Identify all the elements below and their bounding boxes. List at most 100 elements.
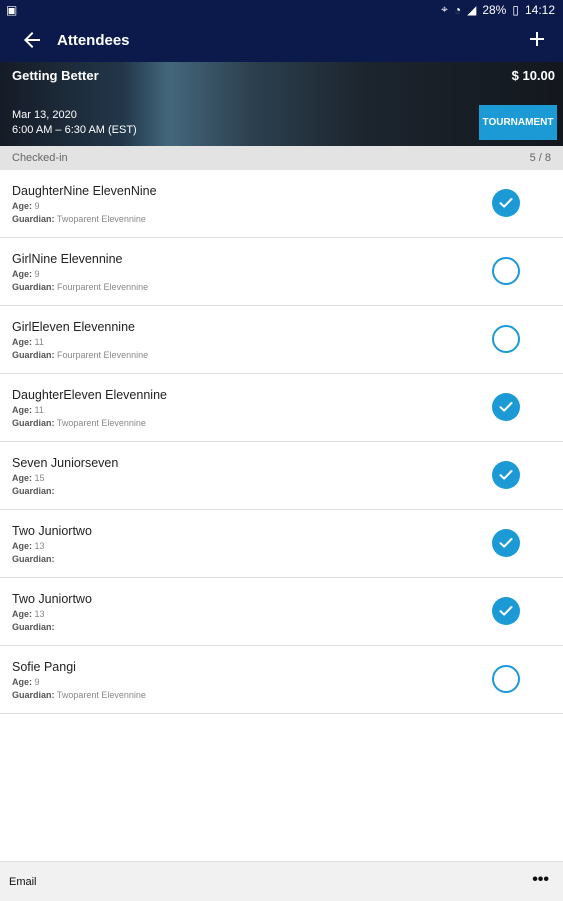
checkmark-icon — [499, 402, 513, 412]
attendee-age: Age: 15 — [12, 473, 45, 483]
attendee-age: Age: 11 — [12, 337, 44, 347]
checked-in-count: 5 / 8 — [529, 152, 551, 164]
age-value: 13 — [34, 609, 45, 619]
status-icons: ⌖ ◔ ◢ 28% ▯ 14:12 — [441, 2, 555, 17]
age-label: Age: — [12, 337, 32, 347]
attendee-guardian: Guardian: Twoparent Elevennine — [12, 690, 146, 700]
attendee-guardian: Guardian: — [12, 554, 55, 564]
event-price: $ 10.00 — [511, 68, 555, 83]
checkmark-icon — [499, 538, 513, 548]
plus-icon — [530, 32, 544, 46]
check-in-toggle[interactable] — [492, 257, 520, 285]
guardian-label: Guardian: — [12, 622, 55, 632]
attendee-age: Age: 11 — [12, 405, 44, 415]
attendee-guardian: Guardian: — [12, 486, 55, 496]
age-value: 9 — [34, 201, 40, 211]
checkmark-icon — [499, 198, 513, 208]
event-time: 6:00 AM – 6:30 AM (EST) — [12, 124, 137, 136]
age-value: 9 — [34, 269, 40, 279]
signal-icon: ◢ — [467, 2, 477, 17]
age-label: Age: — [12, 201, 32, 211]
age-label: Age: — [12, 677, 32, 687]
age-value: 11 — [34, 405, 44, 415]
guardian-label: Guardian: — [12, 350, 55, 360]
guardian-label: Guardian: — [12, 486, 55, 496]
attendee-age: Age: 9 — [12, 269, 40, 279]
check-in-toggle[interactable] — [492, 393, 520, 421]
checkmark-icon — [499, 606, 513, 616]
attendee-name: DaughterEleven Elevennine — [12, 388, 167, 402]
attendee-name: Two Juniortwo — [12, 592, 92, 606]
wifi-icon: ◔ — [453, 2, 462, 17]
attendee-name: Seven Juniorseven — [12, 456, 119, 470]
attendee-row[interactable]: GirlEleven Elevennine Age: 11 Guardian: Fo… — [0, 306, 563, 374]
section-label: Checked-in — [12, 152, 68, 164]
attendee-list: DaughterNine ElevenNine Age: 9 Guardian: T… — [0, 170, 563, 714]
age-value: 9 — [34, 677, 40, 687]
attendee-name: GirlEleven Elevennine — [12, 320, 135, 334]
attendee-guardian: Guardian: — [12, 622, 55, 632]
attendee-row[interactable]: DaughterNine ElevenNine Age: 9 Guardian: T… — [0, 170, 563, 238]
attendee-age: Age: 9 — [12, 201, 40, 211]
attendee-guardian: Guardian: Fourparent Elevennine — [12, 350, 148, 360]
checked-in-header: Checked-in 5 / 8 — [0, 146, 563, 170]
guardian-label: Guardian: — [12, 690, 55, 700]
check-in-toggle[interactable] — [492, 461, 520, 489]
attendee-row[interactable]: DaughterEleven Elevennine Age: 11 Guardian… — [0, 374, 563, 442]
battery-icon: ▯ — [512, 2, 519, 17]
add-attendee-button[interactable] — [525, 27, 549, 51]
page-title: Attendees — [57, 32, 130, 49]
clock: 14:12 — [524, 2, 555, 17]
guardian-label: Guardian: — [12, 554, 55, 564]
check-in-toggle[interactable] — [492, 325, 520, 353]
attendee-age: Age: 13 — [12, 609, 45, 619]
attendee-guardian: Guardian: Twoparent Elevennine — [12, 418, 146, 428]
location-icon: ⌖ — [441, 2, 448, 16]
battery-percent: 28% — [482, 2, 507, 17]
event-name: Getting Better — [12, 68, 99, 83]
status-bar: ▣ ⌖ ◔ ◢ 28% ▯ 14:12 — [0, 0, 563, 18]
age-value: 15 — [34, 473, 45, 483]
guardian-label: Guardian: — [12, 282, 55, 292]
check-in-toggle[interactable] — [492, 597, 520, 625]
attendee-row[interactable]: GirlNine Elevennine Age: 9 Guardian: Fourp… — [0, 238, 563, 306]
age-label: Age: — [12, 609, 32, 619]
back-button[interactable] — [20, 28, 44, 52]
age-label: Age: — [12, 269, 32, 279]
guardian-label: Guardian: — [12, 418, 55, 428]
attendee-row[interactable]: Two Juniortwo Age: 13 Guardian: — [0, 510, 563, 578]
guardian-value: Twoparent Elevennine — [56, 418, 146, 428]
age-label: Age: — [12, 541, 32, 551]
attendee-row[interactable]: Seven Juniorseven Age: 15 Guardian: — [0, 442, 563, 510]
app-toolbar: Attendees — [0, 18, 563, 62]
bottom-bar: Email ••• — [0, 861, 563, 901]
attendee-age: Age: 13 — [12, 541, 45, 551]
event-banner: Getting Better $ 10.00 Mar 13, 2020 6:00… — [0, 62, 563, 146]
guardian-value: Twoparent Elevennine — [56, 214, 146, 224]
attendee-name: GirlNine Elevennine — [12, 252, 123, 266]
attendee-guardian: Guardian: Fourparent Elevennine — [12, 282, 148, 292]
more-options-button[interactable]: ••• — [532, 871, 549, 889]
attendee-row[interactable]: Two Juniortwo Age: 13 Guardian: — [0, 578, 563, 646]
age-value: 13 — [34, 541, 45, 551]
arrow-left-icon — [24, 32, 40, 48]
attendee-row[interactable]: Sofie Pangi Age: 9 Guardian: Twoparent Ele… — [0, 646, 563, 714]
email-button[interactable]: Email — [9, 876, 37, 888]
checkmark-icon — [499, 470, 513, 480]
age-label: Age: — [12, 473, 32, 483]
check-in-toggle[interactable] — [492, 189, 520, 217]
age-label: Age: — [12, 405, 32, 415]
tournament-tag[interactable]: TOURNAMENT — [479, 105, 557, 140]
check-in-toggle[interactable] — [492, 529, 520, 557]
attendee-name: Two Juniortwo — [12, 524, 92, 538]
attendee-name: Sofie Pangi — [12, 660, 76, 674]
age-value: 11 — [34, 337, 44, 347]
event-date: Mar 13, 2020 — [12, 109, 77, 121]
guardian-label: Guardian: — [12, 214, 55, 224]
check-in-toggle[interactable] — [492, 665, 520, 693]
guardian-value: Fourparent Elevennine — [57, 350, 149, 360]
attendee-guardian: Guardian: Twoparent Elevennine — [12, 214, 146, 224]
screenshot-icon: ▣ — [6, 3, 18, 17]
guardian-value: Fourparent Elevennine — [57, 282, 149, 292]
attendee-age: Age: 9 — [12, 677, 40, 687]
